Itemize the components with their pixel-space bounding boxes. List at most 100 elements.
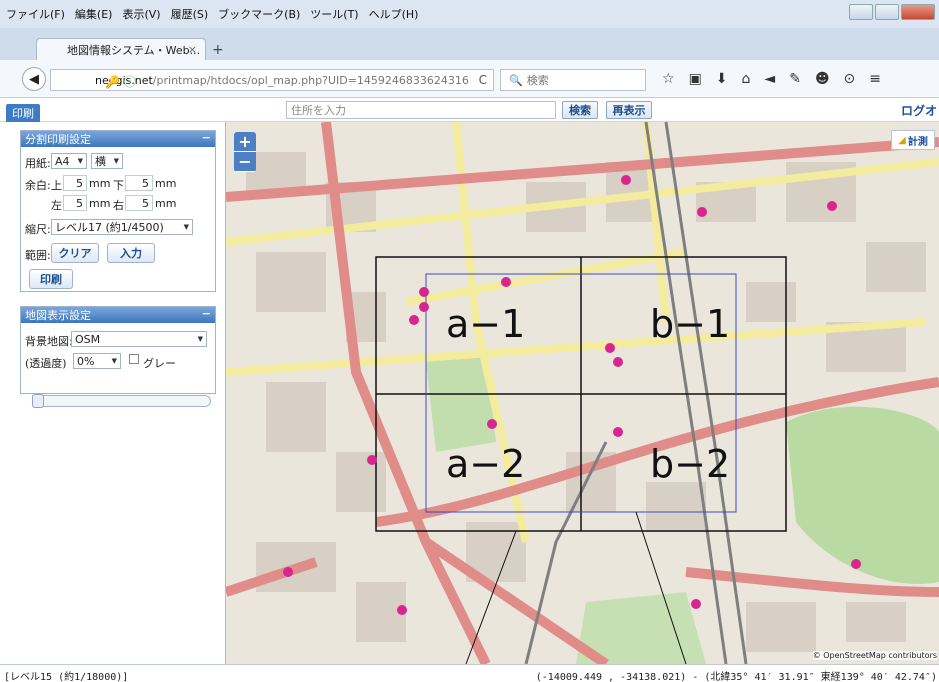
status-bar: [レベル15 (約1/18000)] (-14009.449 , -34138.… (0, 664, 939, 682)
range-label: 範囲: (25, 249, 51, 262)
measure-button[interactable]: ◢ 計測 (891, 130, 935, 150)
reading-list-icon[interactable]: ▣ (689, 71, 702, 87)
ruler-icon: ◢ (898, 134, 906, 146)
paper-size-select[interactable]: A4 (51, 153, 87, 169)
slider-handle[interactable] (32, 394, 44, 408)
zoom-control: + − (234, 132, 256, 172)
tab-bar: 地図情報システム・Web... × + (0, 28, 939, 60)
menu-file[interactable]: ファイル(F) (6, 6, 65, 22)
split-print-section: 分割印刷設定 − 用紙: A4 横 余白: 上 5 mm 下 5 mm 左 5 … (20, 130, 216, 292)
search-placeholder: 検索 (526, 74, 549, 87)
orientation-value: 横 (95, 155, 106, 168)
map-display-header[interactable]: 地図表示設定 − (21, 307, 215, 323)
extension-icon[interactable]: ✎ (789, 71, 801, 87)
right-margin-unit: mm (155, 197, 177, 210)
back-button[interactable]: ◀ (22, 67, 46, 91)
grid-cell-a1: a−1 (446, 302, 526, 346)
top-margin-label: 上 (51, 179, 62, 192)
close-window-button[interactable] (901, 4, 935, 20)
opacity-select[interactable]: 0% (73, 353, 121, 369)
scale-value: レベル17 (約1/4500) (55, 221, 164, 234)
map-display-title: 地図表示設定 (25, 309, 91, 322)
map-attribution[interactable]: © OpenStreetMap contributors (812, 651, 937, 660)
background-map-value: OSM (75, 332, 101, 346)
app-toolbar: 印刷 住所を入力 検索 再表示 ログオ (0, 98, 939, 122)
menu-edit[interactable]: 編集(E) (75, 6, 113, 22)
minimize-button[interactable] (849, 4, 873, 20)
browser-tab[interactable]: 地図情報システム・Web... × (36, 38, 206, 60)
maximize-button[interactable] (875, 4, 899, 20)
grid-cell-a2: a−2 (446, 442, 526, 486)
menu-history[interactable]: 履歴(S) (171, 6, 209, 22)
lock-icon: 🔑 ⓘ (105, 75, 136, 89)
top-margin-input[interactable]: 5 (63, 175, 87, 191)
right-margin-input[interactable]: 5 (125, 195, 153, 211)
redisplay-button[interactable]: 再表示 (606, 101, 652, 119)
background-map-label: 背景地図: (25, 335, 73, 348)
opacity-label: (透過度) (25, 357, 67, 370)
reload-icon[interactable]: C (479, 73, 487, 87)
opacity-value: 0% (77, 354, 95, 368)
menu-view[interactable]: 表示(V) (122, 6, 160, 22)
menu-bookmarks[interactable]: ブックマーク(B) (218, 6, 300, 22)
measure-label: 計測 (907, 136, 928, 148)
bottom-margin-input[interactable]: 5 (125, 175, 153, 191)
new-tab-button[interactable]: + (212, 42, 224, 58)
clear-button[interactable]: クリア (51, 243, 99, 263)
collapse-icon[interactable]: − (202, 131, 211, 144)
menu-help[interactable]: ヘルプ(H) (369, 6, 419, 22)
scale-select[interactable]: レベル17 (約1/4500) (51, 219, 193, 235)
map-canvas (226, 122, 939, 664)
background-map-select[interactable]: OSM (71, 331, 207, 347)
collapse-icon[interactable]: − (202, 307, 211, 320)
bookmark-star-icon[interactable]: ☆ (662, 71, 675, 87)
left-margin-input[interactable]: 5 (63, 195, 87, 211)
split-print-title: 分割印刷設定 (25, 133, 91, 146)
paper-label: 用紙: (25, 157, 51, 170)
opacity-slider[interactable] (32, 394, 211, 408)
nav-bar: ◀ 🔑 ⓘ neogis.net/printmap/htdocs/opl_map… (0, 60, 939, 98)
left-panel: 分割印刷設定 − 用紙: A4 横 余白: 上 5 mm 下 5 mm 左 5 … (0, 122, 226, 664)
grid-cell-b2: b−2 (650, 442, 731, 486)
tab-close-icon[interactable]: × (188, 43, 197, 56)
scale-status: [レベル15 (約1/18000)] (4, 672, 129, 682)
map-display-section: 地図表示設定 − 背景地図: OSM (透過度) 0% グレー (20, 306, 216, 408)
paper-size-value: A4 (55, 154, 70, 168)
split-print-header[interactable]: 分割印刷設定 − (21, 131, 215, 147)
url-bar[interactable]: 🔑 ⓘ neogis.net/printmap/htdocs/opl_map.p… (50, 69, 494, 91)
bottom-margin-label: 下 (113, 179, 124, 192)
search-icon: 🔍 (509, 73, 523, 87)
zoom-in-button[interactable]: + (234, 132, 256, 152)
print-button[interactable]: 印刷 (29, 269, 73, 289)
print-tab[interactable]: 印刷 (6, 104, 40, 122)
url-path: /printmap/htdocs/opl_map.php?UID=1459246… (152, 73, 469, 87)
window-controls (849, 4, 935, 20)
orientation-select[interactable]: 横 (91, 153, 123, 169)
top-margin-unit: mm (89, 177, 111, 190)
logout-link[interactable]: ログオ (901, 102, 937, 119)
right-margin-label: 右 (113, 199, 124, 212)
home-icon[interactable]: ⌂ (742, 71, 751, 87)
back-arrow-icon: ◀ (29, 71, 39, 87)
menubar: ファイル(F) 編集(E) 表示(V) 履歴(S) ブックマーク(B) ツール(… (0, 0, 939, 28)
gray-checkbox[interactable] (129, 354, 139, 364)
gray-label: グレー (143, 357, 176, 370)
tab-title: 地図情報システム・Web... (67, 43, 201, 57)
chat-icon[interactable]: ☻ (815, 71, 830, 87)
map-view[interactable]: + − ◢ 計測 a−1 b−1 a−2 b−2 © OpenStreetMap… (226, 122, 939, 664)
zoom-out-button[interactable]: − (234, 152, 256, 172)
input-button[interactable]: 入力 (107, 243, 155, 263)
left-margin-unit: mm (89, 197, 111, 210)
grid-cell-b1: b−1 (650, 302, 731, 346)
sync-icon[interactable]: ⊙ (844, 71, 856, 87)
menu-icon[interactable]: ≡ (869, 71, 881, 87)
toolbar-icons: ☆ ▣ ⬇ ⌂ ◄ ✎ ☻ ⊙ ≡ (662, 71, 881, 87)
download-icon[interactable]: ⬇ (716, 71, 728, 87)
search-button[interactable]: 検索 (562, 101, 598, 119)
margin-label: 余白: (25, 179, 51, 192)
send-icon[interactable]: ◄ (764, 71, 775, 87)
left-margin-label: 左 (51, 199, 62, 212)
browser-search-input[interactable]: 🔍 検索 (500, 69, 646, 91)
address-input[interactable]: 住所を入力 (286, 101, 556, 119)
menu-tools[interactable]: ツール(T) (310, 6, 358, 22)
